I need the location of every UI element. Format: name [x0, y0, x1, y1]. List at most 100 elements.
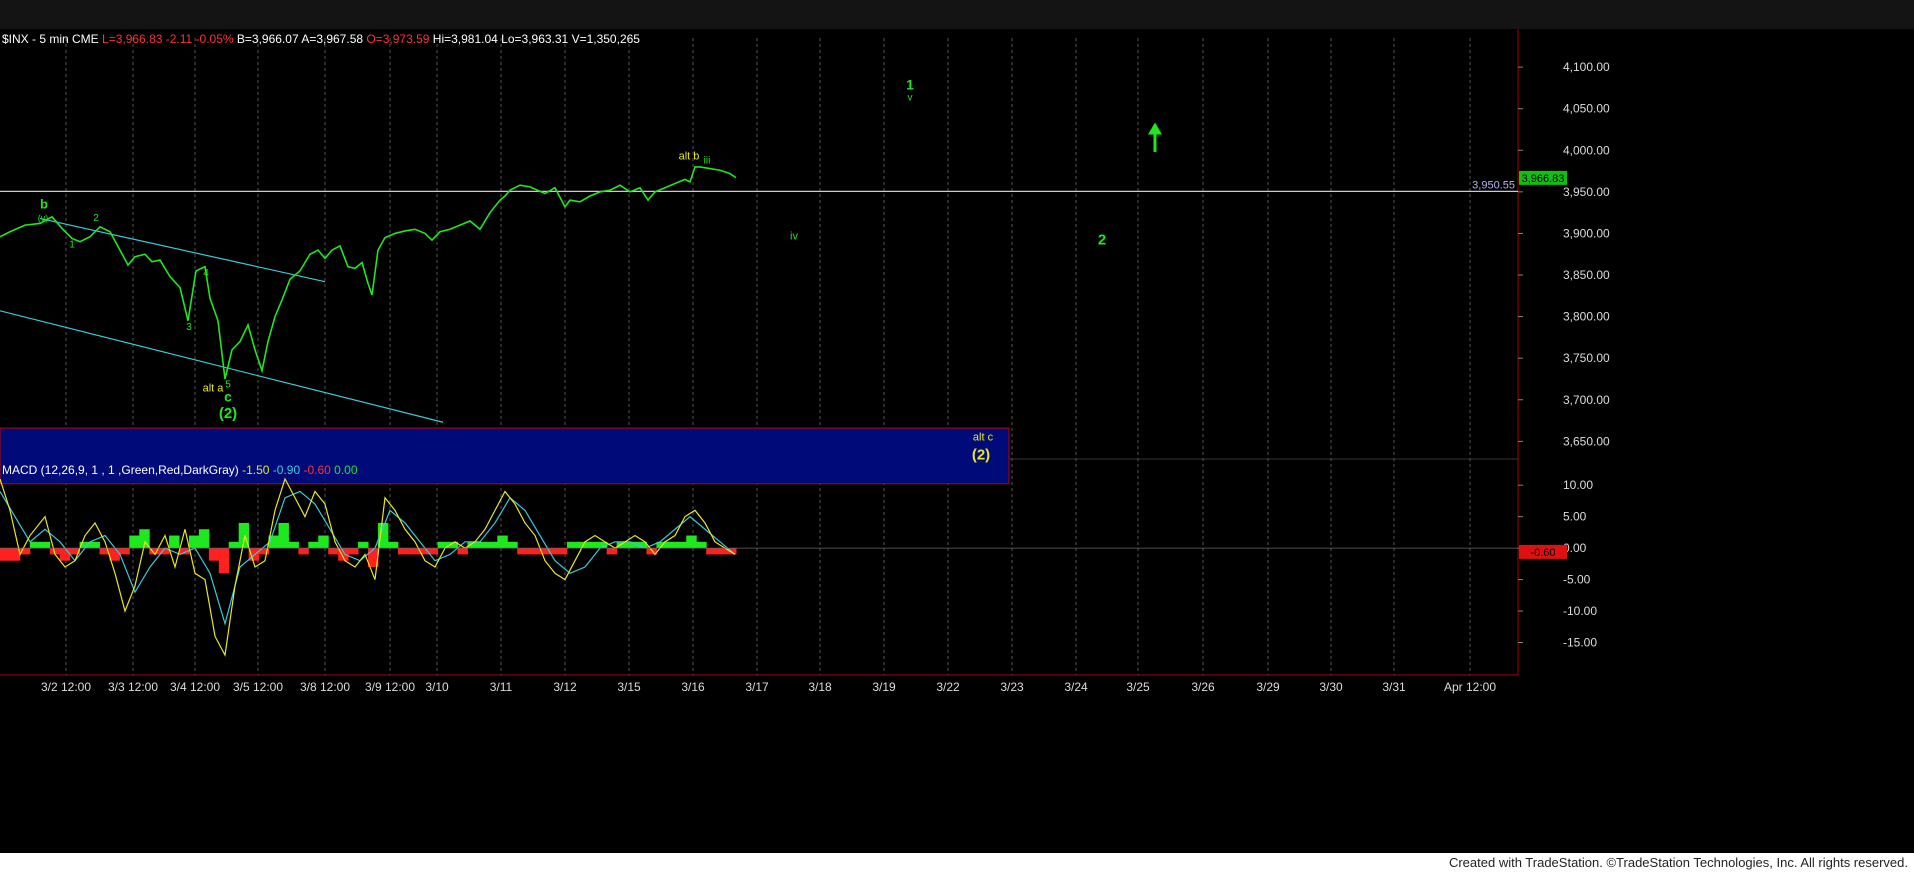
x-tick-label: 3/31 [1382, 680, 1406, 694]
macd-histogram-bar [616, 541, 628, 549]
macd-histogram-bar [517, 548, 528, 555]
header-field: L=3,966.83 [99, 32, 163, 46]
chart-header: $INX - 5 min CME L=3,966.83 -2.11 -0.05%… [2, 32, 640, 46]
header-field: O=3,973.59 [363, 32, 430, 46]
x-tick-label: 3/19 [872, 680, 896, 694]
macd-histogram-bar [328, 548, 339, 555]
up-arrow-icon [1148, 122, 1162, 135]
wave-label: v [908, 92, 913, 103]
y-tick-label: 3,750.00 [1563, 351, 1610, 365]
y-tick-label: 3,650.00 [1563, 434, 1610, 448]
macd-histogram-bar [348, 548, 359, 555]
x-tick-label: 3/8 12:00 [300, 680, 350, 694]
wave-label: (2) [972, 447, 990, 464]
x-tick-label: 3/4 12:00 [170, 680, 220, 694]
wave-label: 3 [186, 322, 192, 333]
x-tick-label: 3/30 [1319, 680, 1343, 694]
macd-line [0, 477, 736, 658]
macd-header: MACD (12,26,9, 1 , 1 ,Green,Red,DarkGray… [2, 463, 358, 477]
wave-label: c [224, 388, 232, 404]
y-tick-label: 3,950.00 [1563, 185, 1610, 199]
macd-last-label: -0.60 [1530, 547, 1555, 559]
macd-histogram-bar [218, 548, 230, 574]
y-tick-label: 4,000.00 [1563, 143, 1610, 157]
support-line-label: 3,950.55 [1472, 179, 1515, 191]
header-field: -0.05% [192, 32, 234, 46]
macd-histogram-bar [208, 548, 220, 561]
wave-label: 1 [906, 77, 914, 93]
macd-histogram-bar [566, 541, 578, 549]
macd-histogram-bar [318, 535, 329, 549]
x-tick-label: 3/3 12:00 [108, 680, 158, 694]
header-field: $INX - 5 min CME [2, 32, 99, 46]
macd-histogram-bar [706, 548, 717, 555]
macd-histogram-bar [169, 535, 180, 549]
macd-histogram-bar [527, 548, 538, 555]
wave-label: b [40, 196, 48, 211]
macd-histogram-bar [308, 541, 319, 549]
footer: Created with TradeStation. ©TradeStation… [0, 853, 1914, 873]
channel-line [39, 217, 326, 283]
wave-label: (v) [38, 213, 49, 223]
macd-histogram-bar [59, 548, 71, 561]
macd-histogram-bar [686, 535, 697, 549]
x-tick-label: 3/22 [936, 680, 960, 694]
macd-header-field: MACD (12,26,9, 1 , 1 ,Green,Red,DarkGray… [2, 463, 239, 477]
wave-label: alt a [203, 382, 225, 394]
macd-histogram-bar [278, 522, 289, 549]
x-tick-label: 3/29 [1256, 680, 1280, 694]
x-tick-label: 3/17 [745, 680, 769, 694]
wave-label: alt c [973, 432, 994, 444]
x-tick-label: 3/16 [681, 680, 705, 694]
wave-label: iii [704, 156, 711, 167]
macd-histogram-bar [119, 548, 130, 555]
x-tick-label: 3/5 12:00 [233, 680, 283, 694]
macd-histogram-bar [586, 541, 598, 549]
x-tick-label: Apr 12:00 [1444, 680, 1496, 694]
header-field: Hi=3,981.04 [429, 32, 498, 46]
x-tick-label: 3/11 [490, 680, 513, 694]
macd-histogram-bar [556, 548, 568, 555]
macd-histogram-bar [89, 541, 100, 549]
y-tick-label: -15.00 [1563, 636, 1597, 650]
header-field: -2.11 [162, 32, 192, 46]
wave-label: alt b [679, 150, 700, 162]
y-tick-label: 10.00 [1563, 478, 1593, 492]
macd-histogram-bar [198, 529, 210, 549]
y-tick-label: 3,850.00 [1563, 268, 1610, 282]
macd-histogram-bar [188, 535, 200, 549]
macd-histogram-bar [716, 548, 727, 555]
header-field: V=1,350,265 [568, 32, 640, 46]
macd-histogram-bar [497, 535, 508, 549]
last-price-label: 3,966.83 [1522, 173, 1565, 185]
macd-histogram-bar [457, 548, 468, 555]
wave-label: 4 [203, 268, 209, 279]
price-line [0, 166, 737, 380]
y-tick-label: 4,100.00 [1563, 60, 1610, 74]
wave-label: (2) [219, 405, 237, 422]
y-tick-label: -5.00 [1563, 573, 1591, 587]
macd-histogram-bar [487, 541, 498, 549]
wave-label: iv [790, 230, 798, 242]
x-tick-label: 3/10 [425, 680, 449, 694]
header-field: Lo=3,963.31 [498, 32, 569, 46]
macd-histogram-bar [397, 548, 409, 555]
macd-histogram-bar [0, 548, 11, 561]
header-field: B=3,966.07 [234, 32, 299, 46]
macd-header-field: -0.60 [300, 463, 331, 477]
x-tick-label: 3/12 [553, 680, 577, 694]
macd-histogram-bar [477, 541, 488, 549]
macd-histogram-bar [407, 548, 419, 555]
macd-header-field: 0.00 [331, 463, 358, 477]
wave-label: 1 [69, 240, 75, 251]
x-tick-label: 3/23 [1000, 680, 1024, 694]
header-field: A=3,967.58 [299, 32, 364, 46]
macd-histogram-bar [696, 541, 707, 549]
macd-header-field: -0.90 [269, 463, 300, 477]
macd-histogram-bar [29, 541, 41, 549]
x-tick-label: 3/24 [1064, 680, 1088, 694]
price-chart[interactable]: 3/2 12:00 3/3 12:00 3/4 12:00 3/5 12:00 3/8 … [0, 0, 1914, 873]
wave-label: 2 [1098, 231, 1106, 248]
macd-histogram-bar [228, 541, 240, 549]
macd-histogram-bar [298, 548, 309, 555]
